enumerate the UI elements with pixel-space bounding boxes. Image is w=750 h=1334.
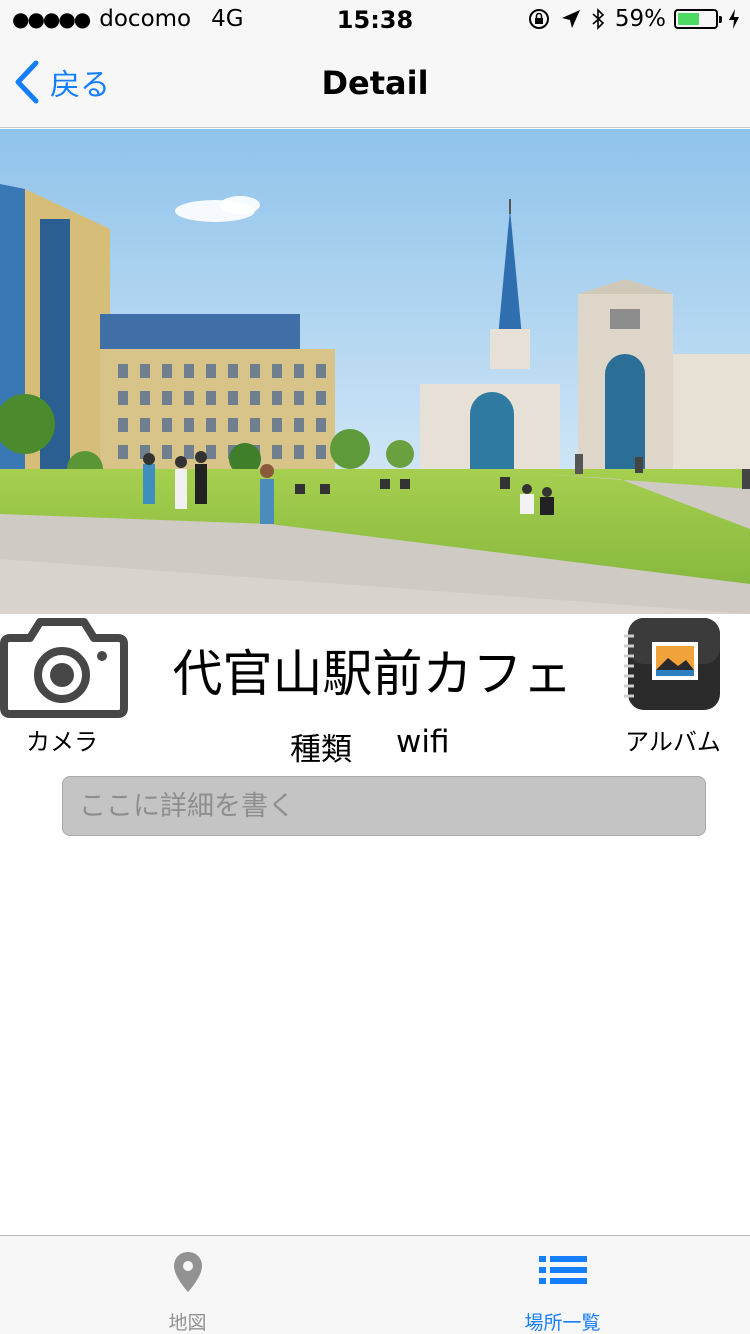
map-pin-icon [173,1252,202,1292]
battery-percent: 59% [614,6,666,32]
bluetooth-icon [592,8,605,30]
list-icon [538,1256,587,1284]
location-arrow-icon [561,10,580,28]
tab-place-list-label: 場所一覧 [524,1312,601,1334]
battery-icon [674,9,722,29]
kind-value: wifi [396,724,450,760]
place-name: 代官山駅前カフェ [172,645,573,703]
page-title: Detail [321,64,429,102]
tab-map[interactable]: 地図 [0,1236,375,1334]
kind-label: 種類 [290,732,352,768]
tab-map-label: 地図 [168,1312,207,1334]
campus-photo-illustration [0,129,750,614]
navigation-bar: 戻る Detail [0,40,750,128]
kind-row: 種類 wifi [290,724,450,769]
place-photo [0,129,750,614]
status-bar: ●●●●● docomo 4G 15:38 59% [0,0,750,40]
status-right: 59% [517,6,740,32]
tab-place-list[interactable]: 場所一覧 [375,1236,750,1334]
photo-album-icon [624,618,720,710]
camera-icon [0,618,128,718]
charging-bolt-icon [729,9,739,29]
camera-button[interactable] [0,614,128,718]
detail-input[interactable] [62,776,706,836]
album-button[interactable] [622,614,722,714]
camera-label: カメラ [26,728,98,756]
rotation-lock-icon [528,9,549,29]
battery-fill [678,13,700,25]
tab-bar: 地図 場所一覧 [0,1235,750,1334]
album-label: アルバム [625,728,721,756]
